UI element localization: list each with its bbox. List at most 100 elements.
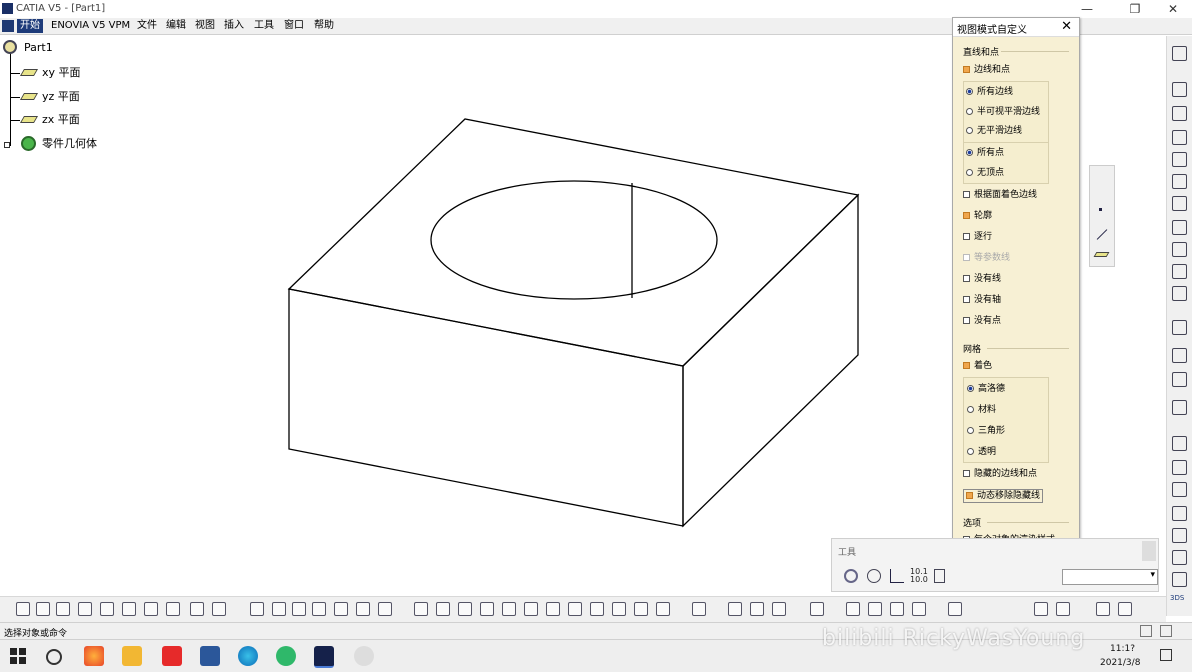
no-axes-checkbox[interactable]: 没有轴	[963, 294, 1001, 306]
rib-icon[interactable]	[1172, 196, 1187, 211]
pocket-icon[interactable]	[1172, 106, 1187, 121]
point-icon[interactable]	[1099, 208, 1102, 211]
edges-points-checkbox[interactable]: 边线和点	[963, 64, 1010, 76]
all-edges-radio[interactable]: 所有边线	[966, 86, 1013, 98]
rotate-icon[interactable]	[480, 602, 494, 616]
open-icon[interactable]	[36, 602, 50, 616]
gouraud-radio[interactable]: 高洛德	[967, 383, 1005, 395]
firefox-icon[interactable]	[84, 646, 104, 666]
half-smooth-radio[interactable]: 半可视平滑边线	[966, 106, 1040, 118]
surface-icon[interactable]	[846, 602, 860, 616]
fillet-icon[interactable]	[1172, 320, 1187, 335]
multi-view-icon[interactable]	[568, 602, 582, 616]
add-icon[interactable]	[1172, 460, 1187, 475]
status-icon[interactable]	[1140, 625, 1152, 637]
target-icon[interactable]	[1172, 550, 1187, 565]
fit-all-icon[interactable]	[436, 602, 450, 616]
no-smooth-radio[interactable]: 无平滑边线	[966, 125, 1022, 137]
youdao-icon[interactable]	[162, 646, 182, 666]
boolean-icon[interactable]	[1172, 436, 1187, 451]
no-points-checkbox[interactable]: 没有点	[963, 315, 1001, 327]
hand-icon[interactable]	[867, 569, 881, 583]
remove-icon[interactable]	[1172, 482, 1187, 497]
minimize-button[interactable]: —	[1072, 1, 1102, 17]
paint-icon[interactable]	[948, 602, 962, 616]
isoparm-checkbox[interactable]: 逐行	[963, 231, 992, 243]
pattern-icon[interactable]	[1172, 372, 1187, 387]
search-icon[interactable]	[46, 649, 62, 665]
inertia-icon[interactable]	[750, 602, 764, 616]
maximize-button[interactable]: ❐	[1120, 1, 1150, 17]
undo-icon[interactable]	[166, 602, 180, 616]
scroll-handle[interactable]	[1142, 541, 1156, 561]
formula-icon[interactable]	[250, 602, 264, 616]
measure-item-icon[interactable]	[728, 602, 742, 616]
transparent-radio[interactable]: 透明	[967, 446, 996, 458]
loft-icon[interactable]	[1172, 264, 1187, 279]
status-icon[interactable]	[1160, 625, 1172, 637]
pad-icon[interactable]	[1172, 82, 1187, 97]
material-radio[interactable]: 材料	[967, 404, 996, 416]
word-icon[interactable]	[200, 646, 220, 666]
hole-icon[interactable]	[1172, 174, 1187, 189]
dialog-close-icon[interactable]: ✕	[1061, 19, 1072, 34]
slot-icon[interactable]	[1172, 220, 1187, 235]
layer-icon[interactable]	[1034, 602, 1048, 616]
plane-icon[interactable]	[1093, 252, 1110, 257]
line-icon[interactable]	[1096, 229, 1108, 240]
redo-icon[interactable]	[190, 602, 204, 616]
pan-icon[interactable]	[458, 602, 472, 616]
wireframe-icon[interactable]	[868, 602, 882, 616]
comment-icon[interactable]	[272, 602, 286, 616]
update-icon[interactable]	[844, 569, 858, 583]
shaded-edges-checkbox[interactable]: 根据面着色边线	[963, 189, 1037, 201]
stiffener-icon[interactable]	[1172, 242, 1187, 257]
new-icon[interactable]	[16, 602, 30, 616]
doc-icon[interactable]	[934, 569, 945, 583]
save-icon[interactable]	[56, 602, 70, 616]
transform-icon[interactable]	[1172, 400, 1187, 415]
wechat-icon[interactable]	[276, 646, 296, 666]
sketch-analysis-icon[interactable]	[1118, 602, 1132, 616]
file-explorer-icon[interactable]	[122, 646, 142, 666]
hidden-edges-checkbox[interactable]: 隐藏的边线和点	[963, 468, 1037, 480]
measure-icon[interactable]	[1172, 572, 1187, 587]
triangles-radio[interactable]: 三角形	[967, 425, 1005, 437]
measure-between-icon[interactable]	[692, 602, 706, 616]
windows-start-icon[interactable]	[8, 646, 28, 666]
constraint-icon[interactable]	[890, 602, 904, 616]
selector-combo[interactable]: ▾	[1062, 569, 1158, 585]
render-style-icon[interactable]	[612, 602, 626, 616]
workbench-icon[interactable]	[1096, 602, 1110, 616]
photo-icon[interactable]	[810, 602, 824, 616]
part-design-icon[interactable]	[356, 602, 370, 616]
table-icon[interactable]	[312, 602, 326, 616]
3d-viewport[interactable]	[0, 0, 950, 590]
normal-view-icon[interactable]	[546, 602, 560, 616]
isoparm-lines-checkbox[interactable]: 等参数线	[963, 252, 1010, 264]
paste-icon[interactable]	[144, 602, 158, 616]
remove-loft-icon[interactable]	[1172, 286, 1187, 301]
close-button[interactable]: ✕	[1158, 1, 1188, 17]
split-icon[interactable]	[1172, 528, 1187, 543]
frame-icon[interactable]	[1056, 602, 1070, 616]
apply-material-icon[interactable]	[912, 602, 926, 616]
swap-space-icon[interactable]	[656, 602, 670, 616]
analysis-icon[interactable]	[378, 602, 392, 616]
copy-icon[interactable]	[122, 602, 136, 616]
intersect-icon[interactable]	[1172, 506, 1187, 521]
all-points-radio[interactable]: 所有点	[966, 147, 1004, 159]
sketch-icon[interactable]	[1172, 46, 1187, 61]
app-task-icon[interactable]	[354, 646, 374, 666]
outline-checkbox[interactable]: 轮廓	[963, 210, 992, 222]
hide-show-icon[interactable]	[634, 602, 648, 616]
fly-mode-icon[interactable]	[414, 602, 428, 616]
material-icon[interactable]	[772, 602, 786, 616]
edge-icon[interactable]	[238, 646, 258, 666]
chamfer-icon[interactable]	[1172, 348, 1187, 363]
cut-icon[interactable]	[100, 602, 114, 616]
catia-task-icon[interactable]	[314, 646, 334, 668]
zoom-out-icon[interactable]	[524, 602, 538, 616]
iso-view-icon[interactable]	[590, 602, 604, 616]
shaft-icon[interactable]	[1172, 130, 1187, 145]
